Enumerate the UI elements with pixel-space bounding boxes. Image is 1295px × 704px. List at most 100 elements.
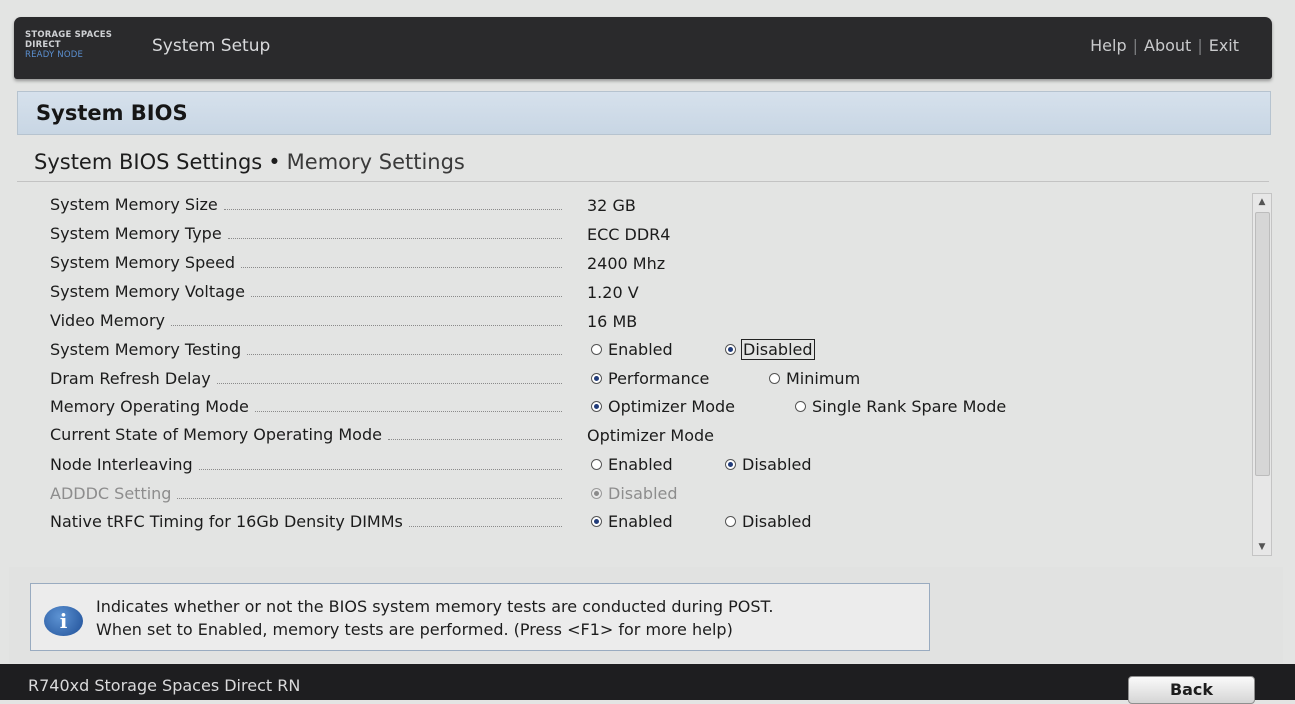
dot-leader [216,383,562,384]
setting-label: Current State of Memory Operating Mode [50,425,382,444]
setting-value: 1.20 V [587,283,639,302]
radio-icon [725,516,736,527]
settings-list: System Memory Size 32 GB System Memory T… [17,186,1249,558]
dot-leader [227,238,562,239]
link-separator: | [1132,36,1138,55]
setting-label: Video Memory [50,311,165,330]
radio-optimizer-mode[interactable]: Optimizer Mode [591,397,735,416]
dot-leader [177,498,562,499]
app-title: System Setup [152,36,271,56]
setting-row-memory-voltage: System Memory Voltage 1.20 V [17,280,1249,306]
radio-icon [769,373,780,384]
setting-value: 2400 Mhz [587,254,666,273]
dot-leader [250,296,562,297]
option-label: Minimum [786,369,861,388]
option-label: Disabled [741,339,815,360]
radio-selected-icon [591,373,602,384]
radio-selected-icon [725,344,736,355]
setting-value: Optimizer Mode [587,426,714,445]
radio-dram-minimum[interactable]: Minimum [769,369,860,388]
brand-line-3: READY NODE [25,50,84,60]
dot-leader [408,526,562,527]
page-title: System BIOS [36,101,188,125]
help-link[interactable]: Help [1090,36,1126,55]
setting-label: System Memory Speed [50,253,236,272]
option-label: Enabled [608,512,673,531]
setting-value: ECC DDR4 [587,225,671,244]
help-line-1: Indicates whether or not the BIOS system… [96,597,774,616]
option-label: Disabled [742,455,812,474]
setting-label: Native tRFC Timing for 16Gb Density DIMM… [50,512,403,531]
breadcrumb-separator: • [268,150,281,174]
setting-row-native-trfc: Native tRFC Timing for 16Gb Density DIMM… [17,510,1249,536]
setting-row-memory-size: System Memory Size 32 GB [17,193,1249,219]
setting-row-memory-testing: System Memory Testing Enabled Disabled [17,338,1249,364]
brand-logo: STORAGE SPACES DIRECT READY NODE [25,30,112,60]
dot-leader [387,439,562,440]
about-link[interactable]: About [1144,36,1191,55]
setting-label: Node Interleaving [50,455,193,474]
setting-label: ADDDC Setting [50,484,172,503]
setting-label: System Memory Voltage [50,282,245,301]
info-icon: i [44,606,83,636]
radio-node-interleaving-disabled[interactable]: Disabled [725,455,812,474]
radio-memory-testing-enabled[interactable]: Enabled [591,340,673,359]
scroll-up-arrow-icon[interactable]: ▲ [1253,194,1271,210]
option-label: Enabled [608,340,673,359]
setting-row-video-memory: Video Memory 16 MB [17,309,1249,335]
radio-single-rank-spare-mode[interactable]: Single Rank Spare Mode [795,397,1006,416]
breadcrumb-current: Memory Settings [286,150,465,174]
scroll-thumb[interactable] [1255,212,1270,476]
title-bar: STORAGE SPACES DIRECT READY NODE System … [14,17,1272,79]
link-separator: | [1197,36,1203,55]
setting-label: Memory Operating Mode [50,397,249,416]
option-label: Single Rank Spare Mode [812,397,1007,416]
system-model: R740xd Storage Spaces Direct RN [28,676,301,695]
option-label: Disabled [742,512,812,531]
option-label: Disabled [608,484,678,503]
setting-row-current-state: Current State of Memory Operating Mode O… [17,423,1249,449]
setting-row-memory-operating-mode: Memory Operating Mode Optimizer Mode Sin… [17,395,1249,421]
radio-memory-testing-disabled[interactable]: Disabled [725,339,815,360]
scroll-down-arrow-icon[interactable]: ▼ [1253,539,1271,555]
help-line-2: When set to Enabled, memory tests are pe… [96,620,733,639]
dot-leader [241,267,562,268]
setting-label: System Memory Size [50,195,218,214]
exit-link[interactable]: Exit [1209,36,1239,55]
radio-native-trfc-disabled[interactable]: Disabled [725,512,812,531]
radio-icon [795,401,806,412]
radio-node-interleaving-enabled[interactable]: Enabled [591,455,673,474]
setting-row-memory-speed: System Memory Speed 2400 Mhz [17,251,1249,277]
setting-row-adddc: ADDDC Setting Disabled [17,482,1249,508]
radio-native-trfc-enabled[interactable]: Enabled [591,512,673,531]
setting-row-node-interleaving: Node Interleaving Enabled Disabled [17,453,1249,479]
setting-row-dram-refresh-delay: Dram Refresh Delay Performance Minimum [17,367,1249,393]
radio-dram-performance[interactable]: Performance [591,369,709,388]
dot-leader [223,209,562,210]
breadcrumb-parent: System BIOS Settings [34,150,263,174]
radio-selected-icon [591,488,602,499]
help-box: i Indicates whether or not the BIOS syst… [30,583,930,651]
help-text: Indicates whether or not the BIOS system… [96,595,773,641]
brand-line-1: STORAGE SPACES [25,30,113,40]
page-header: System BIOS [17,91,1271,135]
setting-row-memory-type: System Memory Type ECC DDR4 [17,222,1249,248]
radio-selected-icon [725,459,736,470]
setting-value: 16 MB [587,312,638,331]
top-links: Help | About | Exit [1090,36,1239,55]
option-label: Performance [608,369,710,388]
dot-leader [198,469,562,470]
footer-bar: R740xd Storage Spaces Direct RN [0,664,1295,700]
setting-value: 32 GB [587,196,636,215]
setting-label: System Memory Testing [50,340,242,359]
radio-adddc-disabled: Disabled [591,484,678,503]
breadcrumb: System BIOS Settings • Memory Settings [17,135,1269,182]
radio-icon [591,344,602,355]
dot-leader [247,354,562,355]
settings-scrollbar[interactable]: ▲ ▼ [1252,193,1272,556]
dot-leader [254,411,562,412]
radio-icon [591,459,602,470]
radio-selected-icon [591,516,602,527]
setting-label: System Memory Type [50,224,222,243]
brand-line-2: DIRECT [25,40,61,50]
